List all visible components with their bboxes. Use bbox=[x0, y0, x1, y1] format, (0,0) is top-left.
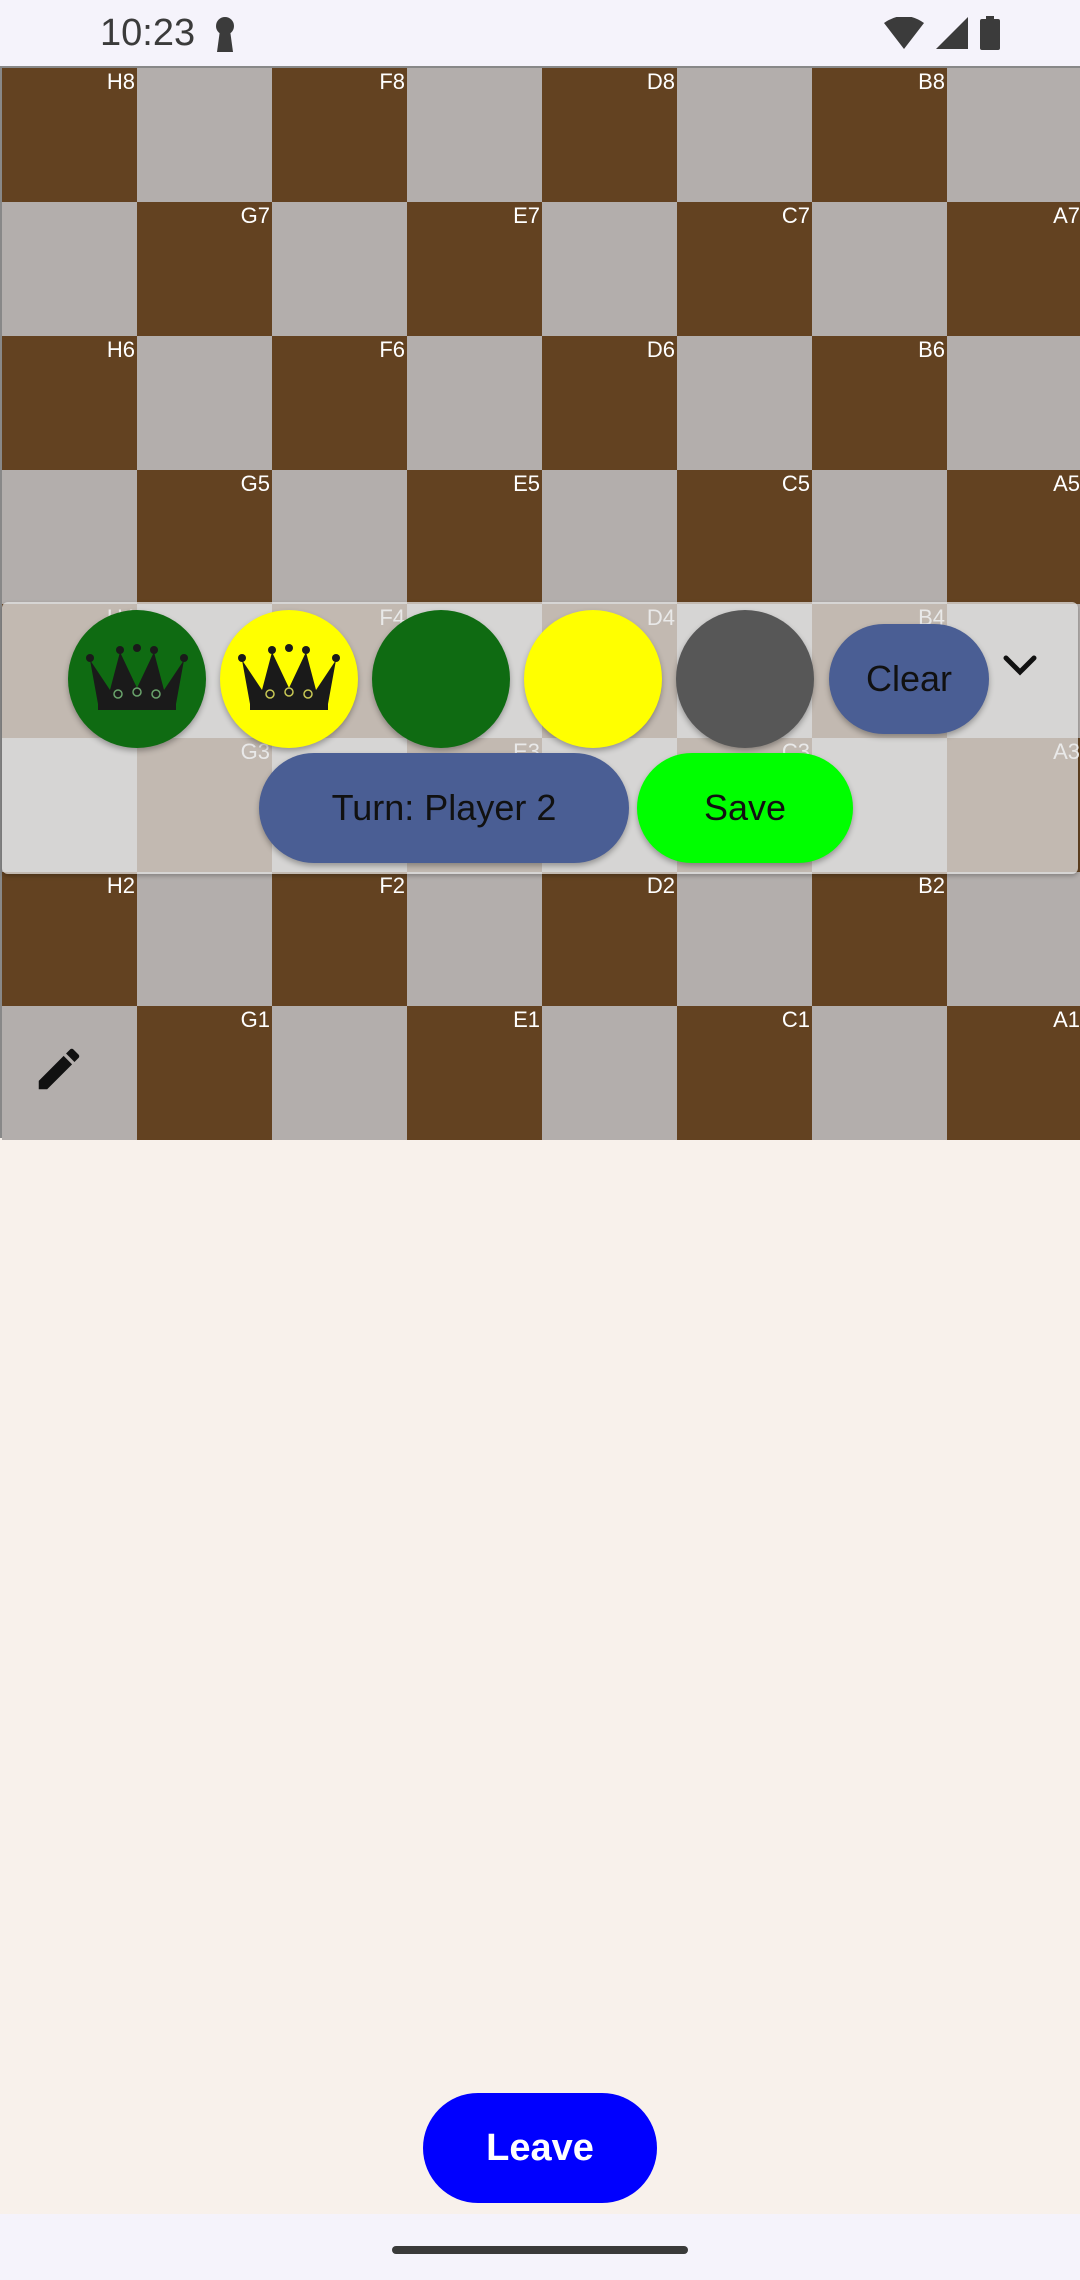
board-square-dark[interactable]: C7 bbox=[677, 202, 812, 336]
board-square-dark[interactable]: D6 bbox=[542, 336, 677, 470]
board-square-dark[interactable]: D2 bbox=[542, 872, 677, 1006]
board-square-dark[interactable]: G1 bbox=[137, 1006, 272, 1140]
square-coordinate: C7 bbox=[781, 203, 810, 228]
save-button-label: Save bbox=[703, 787, 787, 828]
piece-palette: Clear Turn: Player 2 Save bbox=[2, 602, 1078, 874]
board-square-dark[interactable]: A5 bbox=[947, 470, 1080, 604]
signal-icon bbox=[936, 17, 968, 54]
square-coordinate: D6 bbox=[646, 337, 675, 362]
board-square-light[interactable] bbox=[542, 202, 677, 336]
board-square-dark[interactable]: E5 bbox=[407, 470, 542, 604]
square-coordinate: H2 bbox=[106, 873, 135, 898]
square-coordinate: D8 bbox=[646, 69, 675, 94]
board-square-light[interactable] bbox=[677, 872, 812, 1006]
status-time: 10:23 bbox=[100, 12, 196, 54]
board-square-light[interactable] bbox=[542, 1006, 677, 1140]
square-coordinate: A5 bbox=[1053, 471, 1080, 496]
square-coordinate: H6 bbox=[106, 337, 135, 362]
board-square-dark[interactable]: C5 bbox=[677, 470, 812, 604]
board-square-light[interactable] bbox=[947, 68, 1080, 202]
board-square-dark[interactable]: B2 bbox=[812, 872, 947, 1006]
pencil-icon[interactable] bbox=[32, 1042, 86, 1101]
square-coordinate: A1 bbox=[1053, 1007, 1080, 1032]
board-square-dark[interactable]: C1 bbox=[677, 1006, 812, 1140]
board-square-dark[interactable]: E7 bbox=[407, 202, 542, 336]
board-square-light[interactable] bbox=[812, 470, 947, 604]
crown-icon bbox=[84, 642, 190, 717]
keyhole-icon bbox=[212, 16, 238, 57]
board-square-dark[interactable]: D8 bbox=[542, 68, 677, 202]
square-coordinate: F8 bbox=[379, 69, 405, 94]
board-square-light[interactable] bbox=[2, 470, 137, 604]
turn-label: Turn: Player 2 bbox=[331, 787, 557, 828]
square-coordinate: E1 bbox=[513, 1007, 540, 1032]
yellow-king-piece[interactable] bbox=[220, 610, 358, 748]
board-square-light[interactable] bbox=[137, 872, 272, 1006]
board-square-dark[interactable]: H6 bbox=[2, 336, 137, 470]
board-square-light[interactable] bbox=[272, 470, 407, 604]
status-bar: 10:23 bbox=[0, 0, 1080, 66]
board-square-light[interactable] bbox=[947, 872, 1080, 1006]
save-button[interactable]: Save bbox=[637, 753, 853, 863]
board-square-dark[interactable]: G5 bbox=[137, 470, 272, 604]
board-square-light[interactable] bbox=[677, 336, 812, 470]
board-square-dark[interactable]: H8 bbox=[2, 68, 137, 202]
square-coordinate: C5 bbox=[781, 471, 810, 496]
square-coordinate: B6 bbox=[918, 337, 945, 362]
navigation-bar bbox=[0, 2214, 1080, 2280]
turn-indicator-button[interactable]: Turn: Player 2 bbox=[259, 753, 629, 863]
square-coordinate: D2 bbox=[646, 873, 675, 898]
square-coordinate: C1 bbox=[781, 1007, 810, 1032]
wifi-icon bbox=[884, 16, 924, 54]
square-coordinate: B2 bbox=[918, 873, 945, 898]
board-square-light[interactable] bbox=[272, 202, 407, 336]
board-square-dark[interactable]: F6 bbox=[272, 336, 407, 470]
square-coordinate: E5 bbox=[513, 471, 540, 496]
square-coordinate: G1 bbox=[240, 1007, 270, 1032]
board-square-light[interactable] bbox=[2, 202, 137, 336]
clear-button[interactable]: Clear bbox=[829, 624, 989, 734]
board-square-dark[interactable]: B6 bbox=[812, 336, 947, 470]
chevron-down-icon[interactable] bbox=[1002, 654, 1038, 683]
board-square-light[interactable] bbox=[272, 1006, 407, 1140]
crown-icon bbox=[236, 642, 342, 717]
yellow-man-piece[interactable] bbox=[524, 610, 662, 748]
board-square-dark[interactable]: E1 bbox=[407, 1006, 542, 1140]
square-coordinate: F6 bbox=[379, 337, 405, 362]
leave-button[interactable]: Leave bbox=[423, 2093, 657, 2203]
clear-button-label: Clear bbox=[865, 658, 953, 699]
board-square-dark[interactable]: B8 bbox=[812, 68, 947, 202]
board-square-light[interactable] bbox=[542, 470, 677, 604]
board-square-light[interactable] bbox=[407, 872, 542, 1006]
board-square-light[interactable] bbox=[407, 68, 542, 202]
square-coordinate: G7 bbox=[240, 203, 270, 228]
board-square-light[interactable] bbox=[137, 68, 272, 202]
square-coordinate: B8 bbox=[918, 69, 945, 94]
board-square-dark[interactable]: H2 bbox=[2, 872, 137, 1006]
eraser-piece[interactable] bbox=[676, 610, 814, 748]
board-square-light[interactable] bbox=[677, 68, 812, 202]
board-square-light[interactable] bbox=[812, 202, 947, 336]
home-gesture-handle[interactable] bbox=[392, 2246, 688, 2254]
board-square-light[interactable] bbox=[947, 336, 1080, 470]
board-square-dark[interactable]: A7 bbox=[947, 202, 1080, 336]
board-square-dark[interactable]: F2 bbox=[272, 872, 407, 1006]
green-man-piece[interactable] bbox=[372, 610, 510, 748]
board-square-light[interactable] bbox=[137, 336, 272, 470]
green-king-piece[interactable] bbox=[68, 610, 206, 748]
square-coordinate: G5 bbox=[240, 471, 270, 496]
square-coordinate: H8 bbox=[106, 69, 135, 94]
battery-icon bbox=[980, 16, 1000, 55]
board-square-light[interactable] bbox=[407, 336, 542, 470]
square-coordinate: F2 bbox=[379, 873, 405, 898]
square-coordinate: A7 bbox=[1053, 203, 1080, 228]
board-square-dark[interactable]: G7 bbox=[137, 202, 272, 336]
board-square-dark[interactable]: F8 bbox=[272, 68, 407, 202]
square-coordinate: E7 bbox=[513, 203, 540, 228]
leave-button-label: Leave bbox=[486, 2126, 594, 2169]
board-square-dark[interactable]: A1 bbox=[947, 1006, 1080, 1140]
board-square-light[interactable] bbox=[812, 1006, 947, 1140]
